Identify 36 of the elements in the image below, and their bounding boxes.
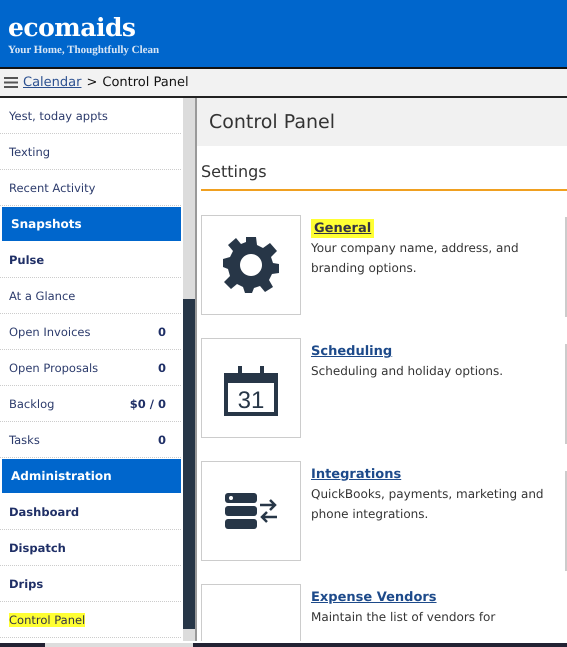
sidebar-item[interactable]: Backlog $0 / 0 xyxy=(0,386,181,422)
setting-link[interactable]: General xyxy=(311,219,374,238)
breadcrumb-link[interactable]: Calendar xyxy=(23,75,82,90)
setting-link[interactable]: Integrations xyxy=(311,467,402,482)
setting-description: QuickBooks, payments, marketing and phone integrations. xyxy=(311,486,545,523)
sidebar-item[interactable]: Texting xyxy=(0,134,181,170)
page-title: Control Panel xyxy=(209,111,335,133)
sidebar-item[interactable]: Dispatch xyxy=(0,530,181,566)
sidebar-item[interactable]: Recent Activity xyxy=(0,170,181,206)
logo[interactable]: ecomaids xyxy=(8,12,160,44)
setting-description: Your company name, address, and branding options. xyxy=(311,240,520,277)
menu-icon[interactable] xyxy=(4,77,18,88)
server-transfer-icon xyxy=(225,493,277,529)
sidebar-item[interactable]: Pulse xyxy=(0,242,181,278)
sidebar-item[interactable]: Control Panel xyxy=(0,602,181,638)
breadcrumb-current: Control Panel xyxy=(102,75,189,90)
setting-description: Scheduling and holiday options. xyxy=(311,363,504,380)
logo-tagline: Your Home, Thoughtfully Clean xyxy=(8,44,160,56)
sidebar-section-header: Administration xyxy=(2,459,181,493)
setting-link[interactable]: Expense Vendors xyxy=(311,590,437,605)
scrollbar[interactable] xyxy=(183,98,195,641)
section-heading: Settings xyxy=(201,162,567,191)
sidebar-item[interactable]: Yest, today appts xyxy=(0,98,181,134)
sidebar-item[interactable]: Drips xyxy=(0,566,181,602)
sidebar-item[interactable]: Open Invoices 0 xyxy=(0,314,181,350)
breadcrumb-separator: > xyxy=(86,75,98,90)
sidebar-item[interactable]: Dashboard xyxy=(0,494,181,530)
gear-icon xyxy=(222,236,280,294)
sidebar-item[interactable]: At a Glance xyxy=(0,278,181,314)
sidebar-item[interactable]: Open Proposals 0 xyxy=(0,350,181,386)
sidebar-section-header: Snapshots xyxy=(2,207,181,241)
sidebar-item[interactable]: Tasks 0 xyxy=(0,422,181,458)
setting-link[interactable]: Scheduling xyxy=(311,344,392,359)
icon-tile[interactable]: 31 xyxy=(201,338,301,438)
setting-description: Maintain the list of vendors for xyxy=(311,609,496,626)
horizontal-scrollbar[interactable] xyxy=(0,643,567,647)
